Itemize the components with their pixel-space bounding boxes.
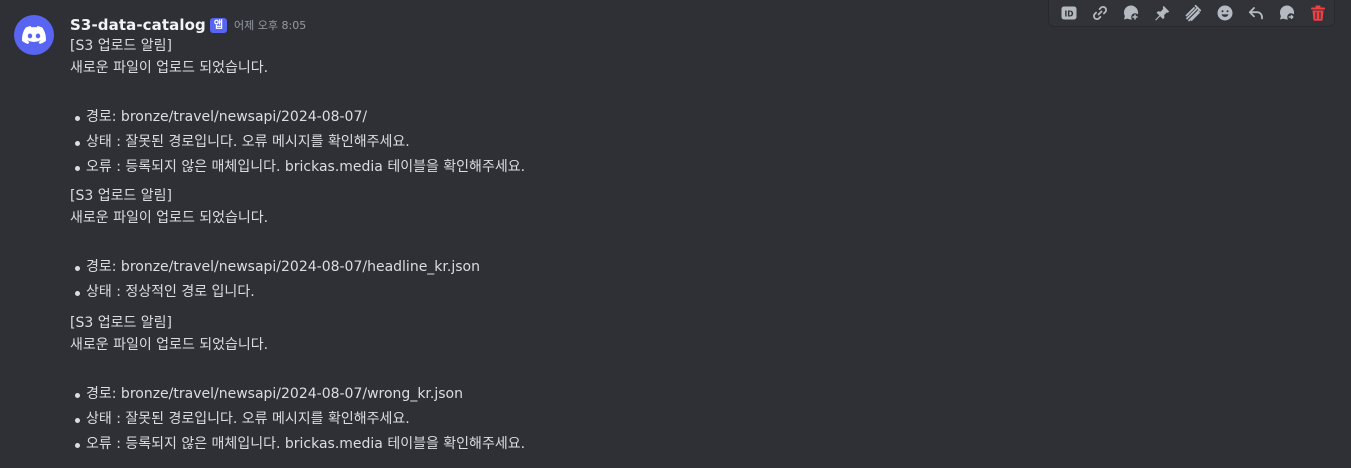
message-timestamp[interactable]: 어제 오후 8:05 xyxy=(234,17,306,33)
apps-button[interactable] xyxy=(1178,0,1209,26)
svg-text:ID: ID xyxy=(1064,10,1073,19)
message-title: [S3 업로드 알림] xyxy=(70,188,173,204)
message-subtitle: 새로운 파일이 업로드 되었습니다. xyxy=(70,60,269,76)
delete-button[interactable] xyxy=(1303,0,1334,26)
message-list: 경로: bronze/travel/newsapi/2024-08-07/ 상태… xyxy=(70,105,525,180)
list-item: 경로: bronze/travel/newsapi/2024-08-07/wro… xyxy=(74,382,525,407)
forward-button[interactable] xyxy=(1272,0,1303,26)
message-group: S3-data-catalog 앱 어제 오후 8:05 [S3 업로드 알림]… xyxy=(0,0,1351,468)
list-item: 경로: bronze/travel/newsapi/2024-08-07/ xyxy=(74,105,525,130)
list-item: 상태 : 잘못된 경로입니다. 오류 메시지를 확인해주세요. xyxy=(74,407,525,432)
message-subtitle: 새로운 파일이 업로드 되었습니다. xyxy=(70,337,269,353)
discord-logo-icon xyxy=(22,26,46,44)
copy-id-button[interactable]: ID xyxy=(1053,0,1084,26)
pin-button[interactable] xyxy=(1147,0,1178,26)
message-content-2: [S3 업로드 알림] 새로운 파일이 업로드 되었습니다. 경로: bronz… xyxy=(70,185,480,305)
copy-link-button[interactable] xyxy=(1084,0,1115,26)
avatar[interactable] xyxy=(14,15,54,55)
message-title: [S3 업로드 알림] xyxy=(70,315,173,331)
list-item: 경로: bronze/travel/newsapi/2024-08-07/hea… xyxy=(75,255,480,280)
message-content-3: [S3 업로드 알림] 새로운 파일이 업로드 되었습니다. 경로: bronz… xyxy=(70,312,525,457)
message-content-1: [S3 업로드 알림] 새로운 파일이 업로드 되었습니다. 경로: bronz… xyxy=(70,35,525,180)
message-actions-toolbar: ID xyxy=(1048,0,1335,27)
reply-button[interactable] xyxy=(1240,0,1271,26)
emoji-icon xyxy=(1217,5,1233,21)
message-list: 경로: bronze/travel/newsapi/2024-08-07/wro… xyxy=(70,382,525,457)
id-icon: ID xyxy=(1061,6,1077,20)
link-icon xyxy=(1092,6,1107,20)
message-subtitle: 새로운 파일이 업로드 되었습니다. xyxy=(70,210,269,226)
app-badge: 앱 xyxy=(209,17,228,33)
reply-icon xyxy=(1248,7,1263,20)
forward-icon xyxy=(1280,5,1295,21)
list-item: 상태 : 잘못된 경로입니다. 오류 메시지를 확인해주세요. xyxy=(74,130,525,155)
author-name[interactable]: S3-data-catalog xyxy=(70,16,206,34)
pin-icon xyxy=(1155,5,1170,21)
add-reaction-button[interactable] xyxy=(1115,0,1146,26)
message-list: 경로: bronze/travel/newsapi/2024-08-07/hea… xyxy=(70,255,480,305)
message-title: [S3 업로드 알림] xyxy=(70,38,173,54)
message-header: S3-data-catalog 앱 어제 오후 8:05 xyxy=(70,14,306,36)
thread-icon xyxy=(1124,5,1139,21)
trash-icon xyxy=(1311,5,1326,21)
list-item: 상태 : 정상적인 경로 입니다. xyxy=(75,280,480,305)
apps-icon xyxy=(1186,4,1202,22)
list-item: 오류 : 등록되지 않은 매체입니다. brickas.media 테이블을 확… xyxy=(74,432,525,457)
list-item: 오류 : 등록되지 않은 매체입니다. brickas.media 테이블을 확… xyxy=(74,155,525,180)
emoji-button[interactable] xyxy=(1209,0,1240,26)
